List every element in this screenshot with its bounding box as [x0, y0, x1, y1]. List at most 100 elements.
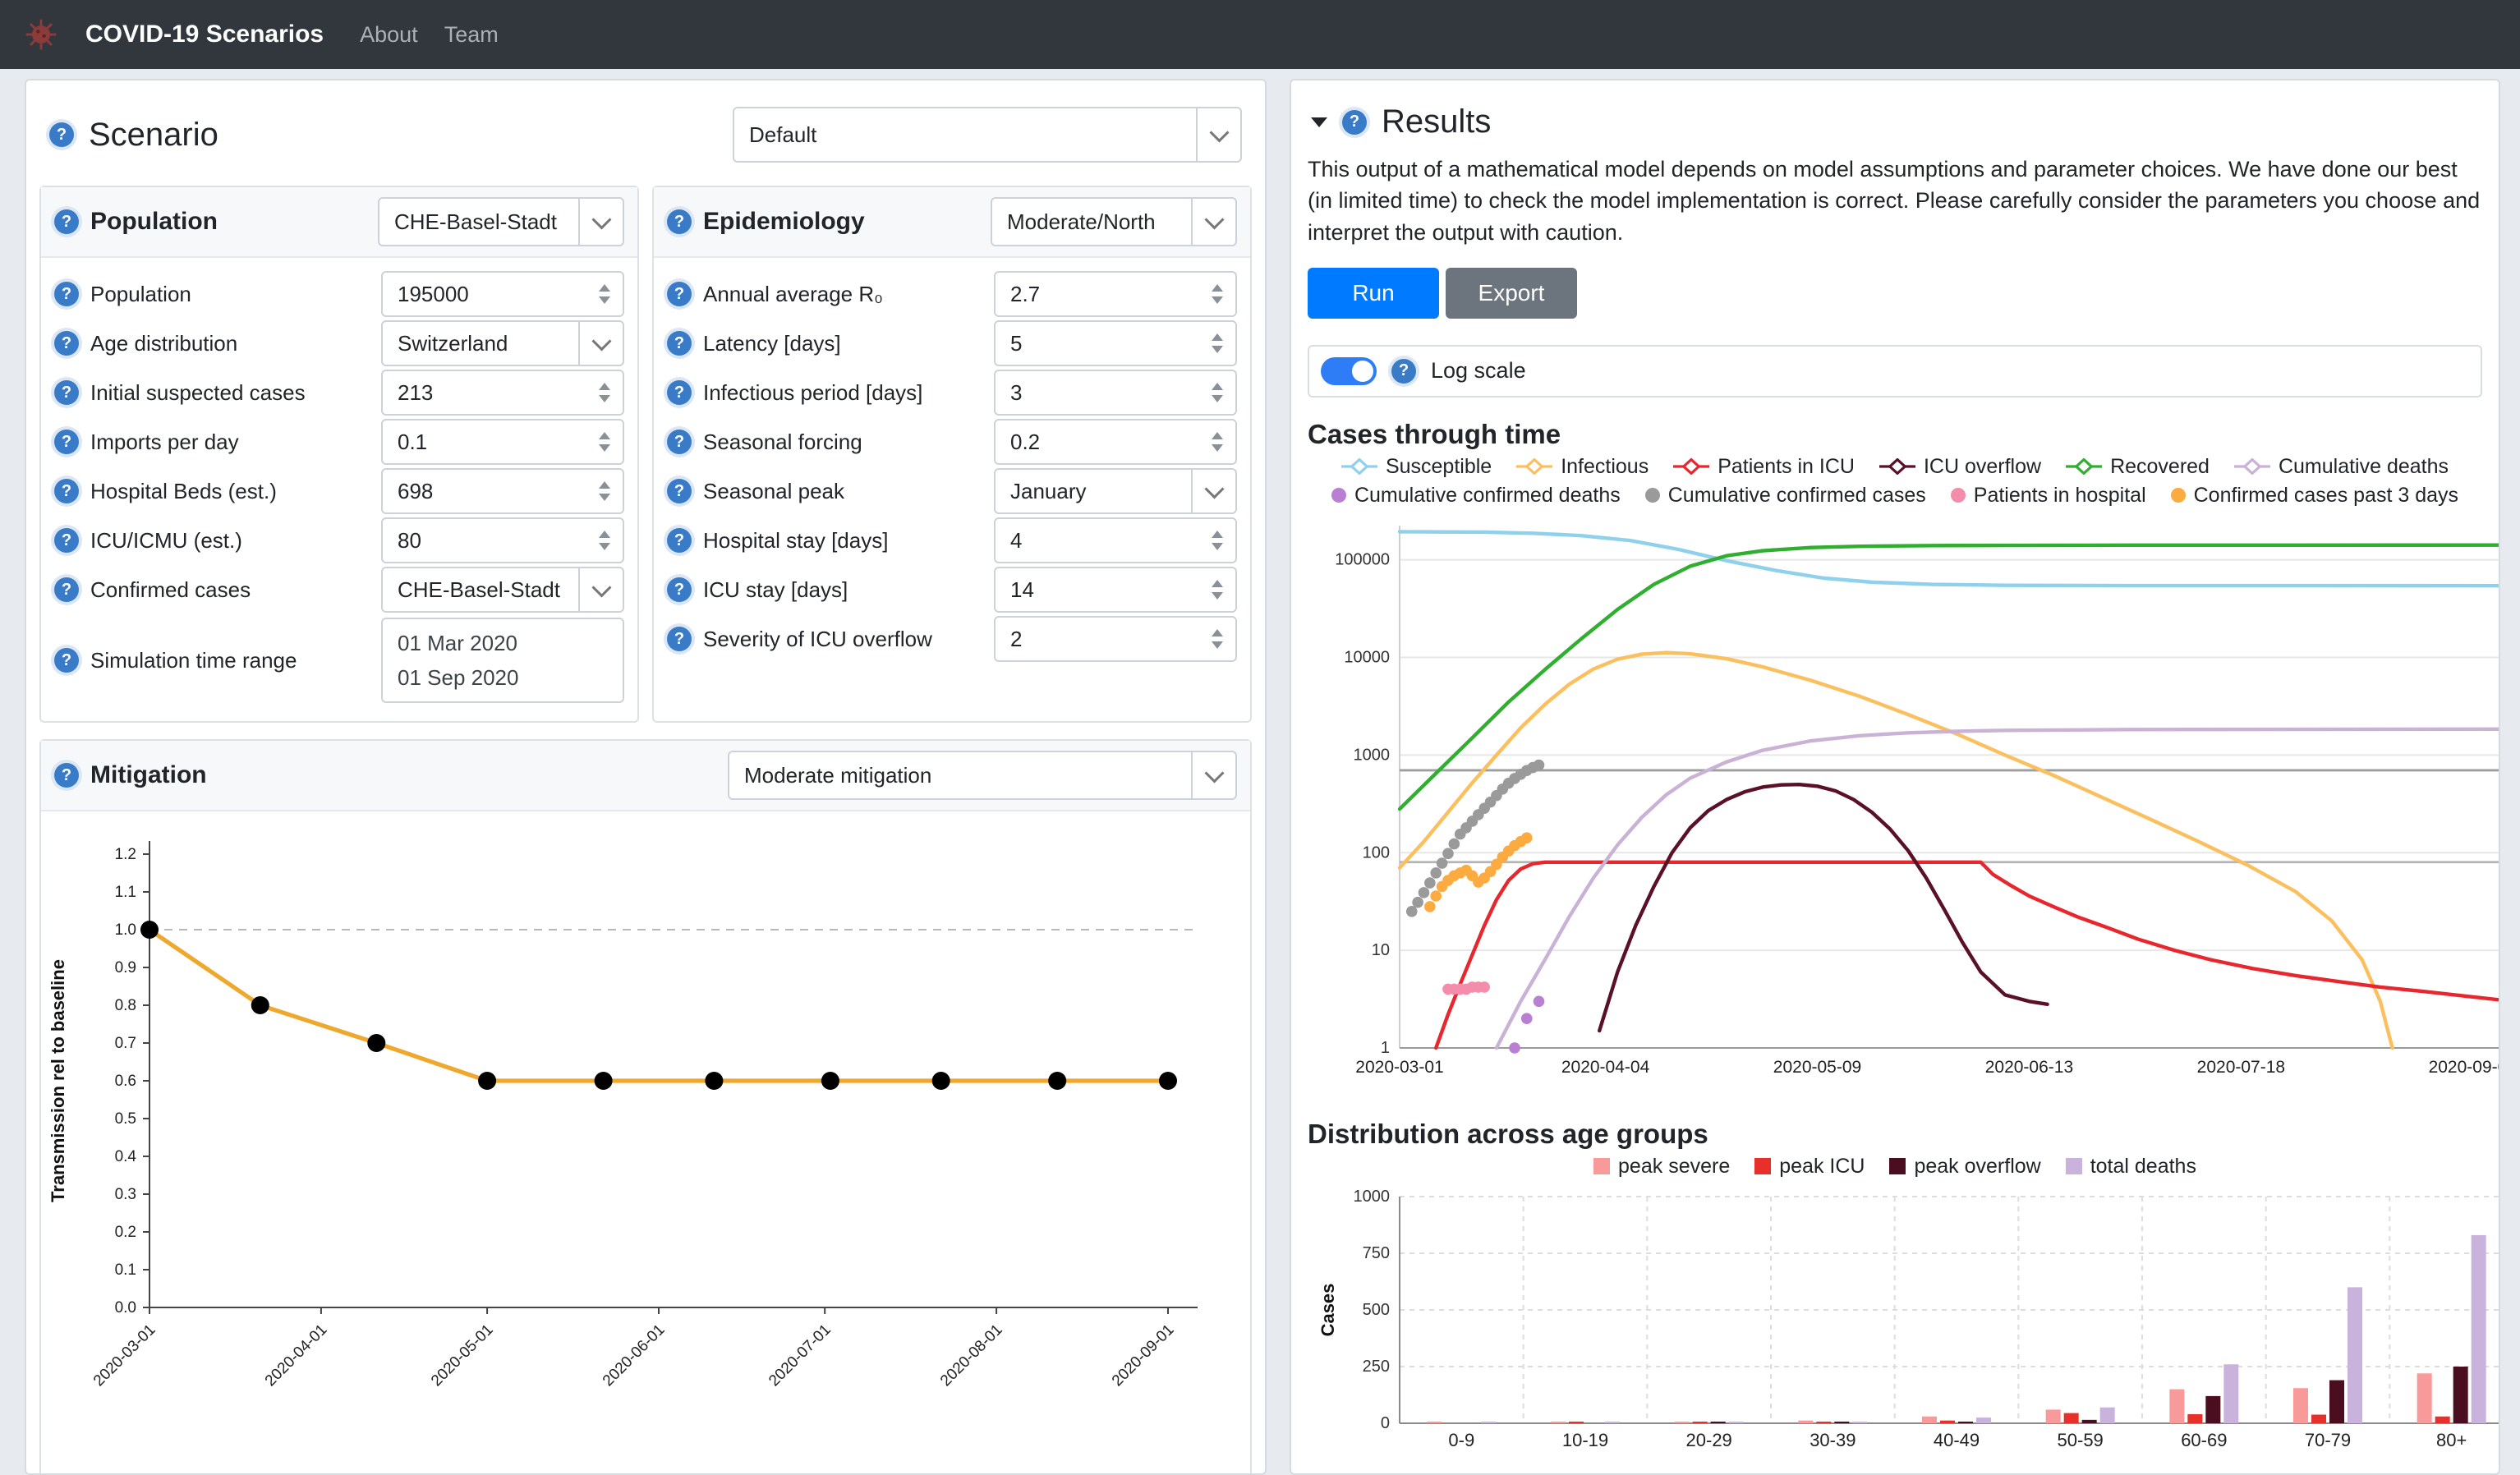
icu-stay-days-input[interactable]: 14 — [994, 567, 1237, 613]
infectious-period-days-input[interactable]: 3 — [994, 370, 1237, 416]
help-icon[interactable]: ? — [54, 430, 79, 454]
spin-up-icon[interactable] — [1212, 629, 1223, 636]
number-spinner-icon[interactable] — [593, 284, 616, 304]
spin-down-icon[interactable] — [599, 395, 610, 402]
help-icon[interactable]: ? — [54, 331, 79, 356]
mitigation-chart[interactable]: 0.00.10.20.30.40.50.60.70.80.91.01.11.22… — [41, 811, 1257, 1439]
spin-down-icon[interactable] — [1212, 641, 1223, 649]
number-spinner-icon[interactable] — [1206, 531, 1229, 550]
help-icon[interactable]: ? — [54, 282, 79, 306]
axis-label: 100 — [1363, 843, 1390, 862]
spin-up-icon[interactable] — [1212, 432, 1223, 439]
spin-up-icon[interactable] — [1212, 284, 1223, 292]
spin-down-icon[interactable] — [1212, 296, 1223, 304]
help-icon[interactable]: ? — [667, 209, 692, 234]
help-icon[interactable]: ? — [667, 430, 692, 454]
spin-down-icon[interactable] — [599, 494, 610, 501]
help-icon[interactable]: ? — [667, 331, 692, 356]
navbar-brand[interactable]: COVID-19 Scenarios — [85, 21, 324, 48]
help-icon[interactable]: ? — [54, 763, 79, 788]
spin-up-icon[interactable] — [599, 383, 610, 390]
mitigation-control-dot[interactable] — [251, 996, 269, 1014]
help-icon[interactable]: ? — [54, 479, 79, 503]
number-spinner-icon[interactable] — [1206, 284, 1229, 304]
help-icon[interactable]: ? — [667, 627, 692, 651]
number-spinner-icon[interactable] — [593, 383, 616, 402]
help-icon[interactable]: ? — [1342, 110, 1367, 135]
collapse-caret-icon[interactable] — [1311, 117, 1327, 127]
scenario-preset-select[interactable]: Default — [733, 107, 1242, 163]
initial-suspected-cases-input[interactable]: 213 — [381, 370, 624, 416]
number-spinner-icon[interactable] — [1206, 629, 1229, 649]
spin-down-icon[interactable] — [1212, 395, 1223, 402]
number-spinner-icon[interactable] — [1206, 333, 1229, 353]
help-icon[interactable]: ? — [49, 122, 74, 147]
help-icon[interactable]: ? — [54, 648, 79, 673]
confirmed-cases-select[interactable]: CHE-Basel-Stadt — [381, 567, 624, 613]
help-icon[interactable]: ? — [667, 479, 692, 503]
spin-up-icon[interactable] — [599, 531, 610, 538]
log-scale-toggle[interactable] — [1321, 357, 1377, 385]
number-spinner-icon[interactable] — [593, 432, 616, 452]
annual-average-r-input[interactable]: 2.7 — [994, 271, 1237, 317]
mitigation-control-dot[interactable] — [367, 1034, 385, 1052]
simulation-time-range-picker[interactable]: 01 Mar 202001 Sep 2020 — [381, 618, 624, 703]
spin-up-icon[interactable] — [599, 284, 610, 292]
number-spinner-icon[interactable] — [1206, 383, 1229, 402]
seasonal-forcing-input[interactable]: 0.2 — [994, 419, 1237, 465]
spin-down-icon[interactable] — [1212, 444, 1223, 452]
chevron-glyph — [1204, 479, 1224, 499]
spin-up-icon[interactable] — [1212, 580, 1223, 587]
epidemiology-preset-select[interactable]: Moderate/North — [991, 197, 1237, 246]
icu-icmu-est-input[interactable]: 80 — [381, 517, 624, 563]
number-spinner-icon[interactable] — [1206, 432, 1229, 452]
help-icon[interactable]: ? — [54, 380, 79, 405]
field-row-age-distribution: ?Age distributionSwitzerland — [54, 319, 624, 368]
mitigation-control-dot[interactable] — [478, 1072, 496, 1090]
spin-up-icon[interactable] — [1212, 333, 1223, 341]
spin-up-icon[interactable] — [599, 481, 610, 489]
spin-down-icon[interactable] — [1212, 592, 1223, 600]
latency-days-input[interactable]: 5 — [994, 320, 1237, 366]
mitigation-preset-select[interactable]: Moderate mitigation — [728, 751, 1237, 800]
spin-down-icon[interactable] — [1212, 346, 1223, 353]
help-icon[interactable]: ? — [54, 528, 79, 553]
spin-up-icon[interactable] — [1212, 383, 1223, 390]
hospital-beds-est-input[interactable]: 698 — [381, 468, 624, 514]
population-preset-select[interactable]: CHE-Basel-Stadt — [378, 197, 624, 246]
spin-down-icon[interactable] — [1212, 543, 1223, 550]
spin-up-icon[interactable] — [599, 432, 610, 439]
nav-link-about[interactable]: About — [360, 22, 418, 48]
help-icon[interactable]: ? — [54, 577, 79, 602]
axis-label: 2020-05-09 — [1773, 1058, 1861, 1077]
number-spinner-icon[interactable] — [593, 531, 616, 550]
seasonal-peak-select[interactable]: January — [994, 468, 1237, 514]
mitigation-control-dot[interactable] — [821, 1072, 839, 1090]
mitigation-control-dot[interactable] — [932, 1072, 950, 1090]
help-icon[interactable]: ? — [1391, 359, 1416, 384]
spin-down-icon[interactable] — [599, 543, 610, 550]
nav-link-team[interactable]: Team — [444, 22, 499, 48]
spin-up-icon[interactable] — [1212, 531, 1223, 538]
help-icon[interactable]: ? — [54, 209, 79, 234]
spin-down-icon[interactable] — [599, 296, 610, 304]
mitigation-control-dot[interactable] — [1048, 1072, 1066, 1090]
mitigation-control-dot[interactable] — [140, 921, 159, 939]
number-spinner-icon[interactable] — [593, 481, 616, 501]
run-button[interactable]: Run — [1308, 268, 1439, 319]
population-input[interactable]: 195000 — [381, 271, 624, 317]
severity-of-icu-overflow-input[interactable]: 2 — [994, 616, 1237, 662]
hospital-stay-days-input[interactable]: 4 — [994, 517, 1237, 563]
mitigation-control-dot[interactable] — [705, 1072, 723, 1090]
number-spinner-icon[interactable] — [1206, 580, 1229, 600]
help-icon[interactable]: ? — [667, 282, 692, 306]
help-icon[interactable]: ? — [667, 528, 692, 553]
mitigation-control-dot[interactable] — [1159, 1072, 1177, 1090]
mitigation-control-dot[interactable] — [595, 1072, 613, 1090]
imports-per-day-input[interactable]: 0.1 — [381, 419, 624, 465]
spin-down-icon[interactable] — [599, 444, 610, 452]
help-icon[interactable]: ? — [667, 380, 692, 405]
export-button[interactable]: Export — [1446, 268, 1577, 319]
age-distribution-select[interactable]: Switzerland — [381, 320, 624, 366]
help-icon[interactable]: ? — [667, 577, 692, 602]
